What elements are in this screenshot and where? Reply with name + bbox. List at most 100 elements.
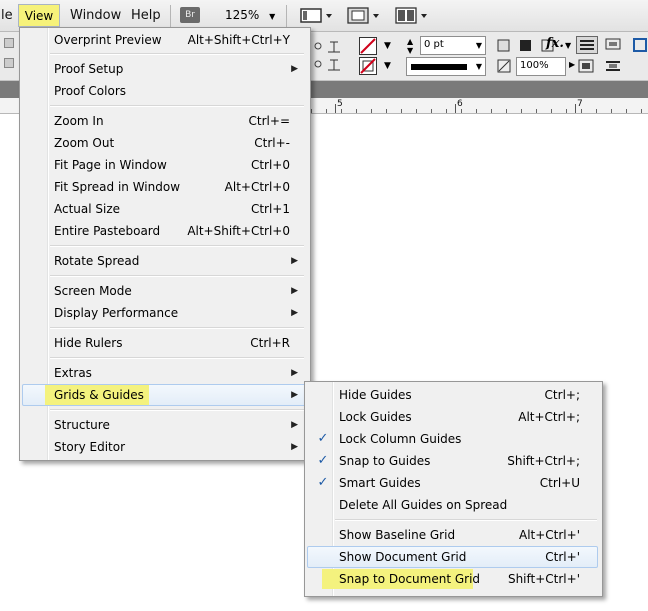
stroke-weight-stepper[interactable]: ▲ ▼ (407, 37, 413, 55)
menu-item-lock-guides[interactable]: Lock Guides Alt+Ctrl+; (307, 406, 598, 428)
ruler-minor-tick (326, 109, 327, 113)
menu-item-fit-spread[interactable]: Fit Spread in Window Alt+Ctrl+0 (22, 176, 306, 198)
menu-item-overprint-preview[interactable]: Overprint Preview Alt+Shift+Ctrl+Y (22, 29, 306, 51)
ruler-minor-tick (341, 109, 342, 113)
ruler-minor-tick (536, 109, 537, 113)
menu-item-fit-page[interactable]: Fit Page in Window Ctrl+0 (22, 154, 306, 176)
wrap-object-icon (578, 59, 594, 73)
stroke-weight-value: 0 pt (424, 39, 444, 50)
view-menu: Overprint Preview Alt+Shift+Ctrl+Y Proof… (19, 27, 311, 461)
ruler-minor-tick (386, 109, 387, 113)
menu-item-screen-mode[interactable]: Screen Mode ▶ (22, 280, 306, 302)
ruler-major-tick (455, 104, 456, 113)
frame-fitting-button[interactable] (632, 36, 648, 54)
menu-separator (50, 53, 304, 55)
menu-item-smart-guides[interactable]: ✓ Smart Guides Ctrl+U (307, 472, 598, 494)
align-lines-icon (580, 40, 594, 50)
ruler-minor-tick (371, 109, 372, 113)
fill-swatch[interactable] (359, 37, 377, 55)
menu-item-hide-guides[interactable]: Hide Guides Ctrl+; (307, 384, 598, 406)
chevron-down-icon: ▼ (475, 41, 482, 50)
ruler-minor-tick (611, 109, 612, 113)
stroke-swatch[interactable] (359, 57, 377, 75)
ruler-minor-tick (506, 109, 507, 113)
ruler-minor-tick (311, 109, 312, 113)
chevron-right-icon: ▶ (291, 256, 298, 266)
ruler-minor-tick (581, 109, 582, 113)
menu-item-delete-all-guides[interactable]: Delete All Guides on Spread (307, 494, 598, 516)
menu-separator (335, 519, 597, 521)
ruler-minor-tick (446, 109, 447, 113)
ruler-minor-tick (401, 109, 402, 113)
ruler-minor-tick (626, 109, 627, 113)
chevron-right-icon: ▶ (291, 308, 298, 318)
wrap-column-icon (606, 61, 620, 71)
stroke-weight-field[interactable]: 0 pt ▼ (420, 36, 486, 55)
ruler-major-tick (575, 104, 576, 113)
chevron-right-icon: ▶ (291, 286, 298, 296)
ruler-number: 5 (337, 99, 343, 109)
chevron-down-icon[interactable]: ▼ (384, 41, 391, 51)
menu-view[interactable]: View (18, 4, 60, 27)
menu-item-rotate-spread[interactable]: Rotate Spread ▶ (22, 250, 306, 272)
align-icons-group (312, 36, 352, 76)
ruler-minor-tick (476, 109, 477, 113)
menu-separator (50, 327, 304, 329)
menu-item-story-editor[interactable]: Story Editor ▶ (22, 436, 306, 458)
menu-item-zoom-out[interactable]: Zoom Out Ctrl+- (22, 132, 306, 154)
menu-item-hide-rulers[interactable]: Hide Rulers Ctrl+R (22, 332, 306, 354)
menu-item-show-baseline-grid[interactable]: Show Baseline Grid Alt+Ctrl+' (307, 524, 598, 546)
bridge-button[interactable]: Br (180, 7, 200, 23)
menu-separator (50, 245, 304, 247)
menu-item-extras[interactable]: Extras ▶ (22, 362, 306, 384)
screen-mode-icon (347, 7, 379, 24)
ruler-minor-tick (641, 109, 642, 113)
menu-item-grids-guides[interactable]: Grids & Guides ▶ (22, 384, 306, 406)
opacity-field[interactable]: 100% (516, 57, 566, 76)
chevron-right-icon: ▶ (291, 442, 298, 452)
fill-none-icon (359, 37, 377, 55)
menu-item-actual-size[interactable]: Actual Size Ctrl+1 (22, 198, 306, 220)
menu-item-show-document-grid[interactable]: Show Document Grid Ctrl+' (307, 546, 598, 568)
menu-separator (50, 357, 304, 359)
menu-item-proof-setup[interactable]: Proof Setup ▶ (22, 58, 306, 80)
menu-item-snap-to-guides[interactable]: ✓ Snap to Guides Shift+Ctrl+; (307, 450, 598, 472)
menu-separator (50, 409, 304, 411)
ruler-minor-tick (461, 109, 462, 113)
menu-item-structure[interactable]: Structure ▶ (22, 414, 306, 436)
view-options-button[interactable] (300, 7, 336, 24)
wrap-column-button[interactable] (603, 58, 625, 76)
menu-item-lock-column-guides[interactable]: ✓ Lock Column Guides (307, 428, 598, 450)
wrap-jump-button[interactable] (576, 58, 598, 76)
chevron-down-icon: ▼ (269, 12, 276, 21)
menu-item-zoom-in[interactable]: Zoom In Ctrl+= (22, 110, 306, 132)
toolbar-separator (286, 5, 287, 27)
screen-mode-button[interactable] (347, 7, 383, 24)
chevron-right-icon[interactable]: ▶ (569, 60, 575, 69)
arrange-documents-button[interactable] (395, 7, 431, 24)
arrange-documents-icon (395, 7, 427, 24)
menu-item-snap-to-document-grid[interactable]: Snap to Document Grid Shift+Ctrl+' (307, 568, 598, 590)
chevron-down-icon[interactable]: ▼ (565, 41, 571, 50)
ruler-minor-tick (491, 109, 492, 113)
menu-item-proof-colors[interactable]: Proof Colors (22, 80, 306, 102)
ruler-minor-tick (521, 109, 522, 113)
menu-item-display-performance[interactable]: Display Performance ▶ (22, 302, 306, 324)
grids-guides-submenu: Hide Guides Ctrl+; Lock Guides Alt+Ctrl+… (304, 381, 603, 597)
wrap-bounding-button[interactable] (603, 36, 625, 54)
distribute-icon[interactable] (312, 36, 352, 76)
control-panel-partial-left (4, 36, 14, 76)
ruler-major-tick (335, 104, 336, 113)
menu-view-label: View (24, 9, 54, 23)
opacity-value: 100% (520, 60, 549, 71)
wrap-none-button[interactable] (576, 36, 598, 54)
menu-item-entire-pasteboard[interactable]: Entire Pasteboard Alt+Shift+Ctrl+0 (22, 220, 306, 242)
effects-button[interactable]: fx. (546, 36, 564, 51)
menu-file-partial[interactable]: le (1, 0, 13, 31)
ruler-number: 6 (457, 99, 463, 109)
stroke-type-dropdown[interactable]: ▼ (406, 57, 486, 76)
checkmark-icon: ✓ (317, 453, 329, 468)
chevron-down-icon[interactable]: ▼ (384, 61, 391, 71)
menu-separator (50, 275, 304, 277)
ruler-minor-tick (431, 109, 432, 113)
